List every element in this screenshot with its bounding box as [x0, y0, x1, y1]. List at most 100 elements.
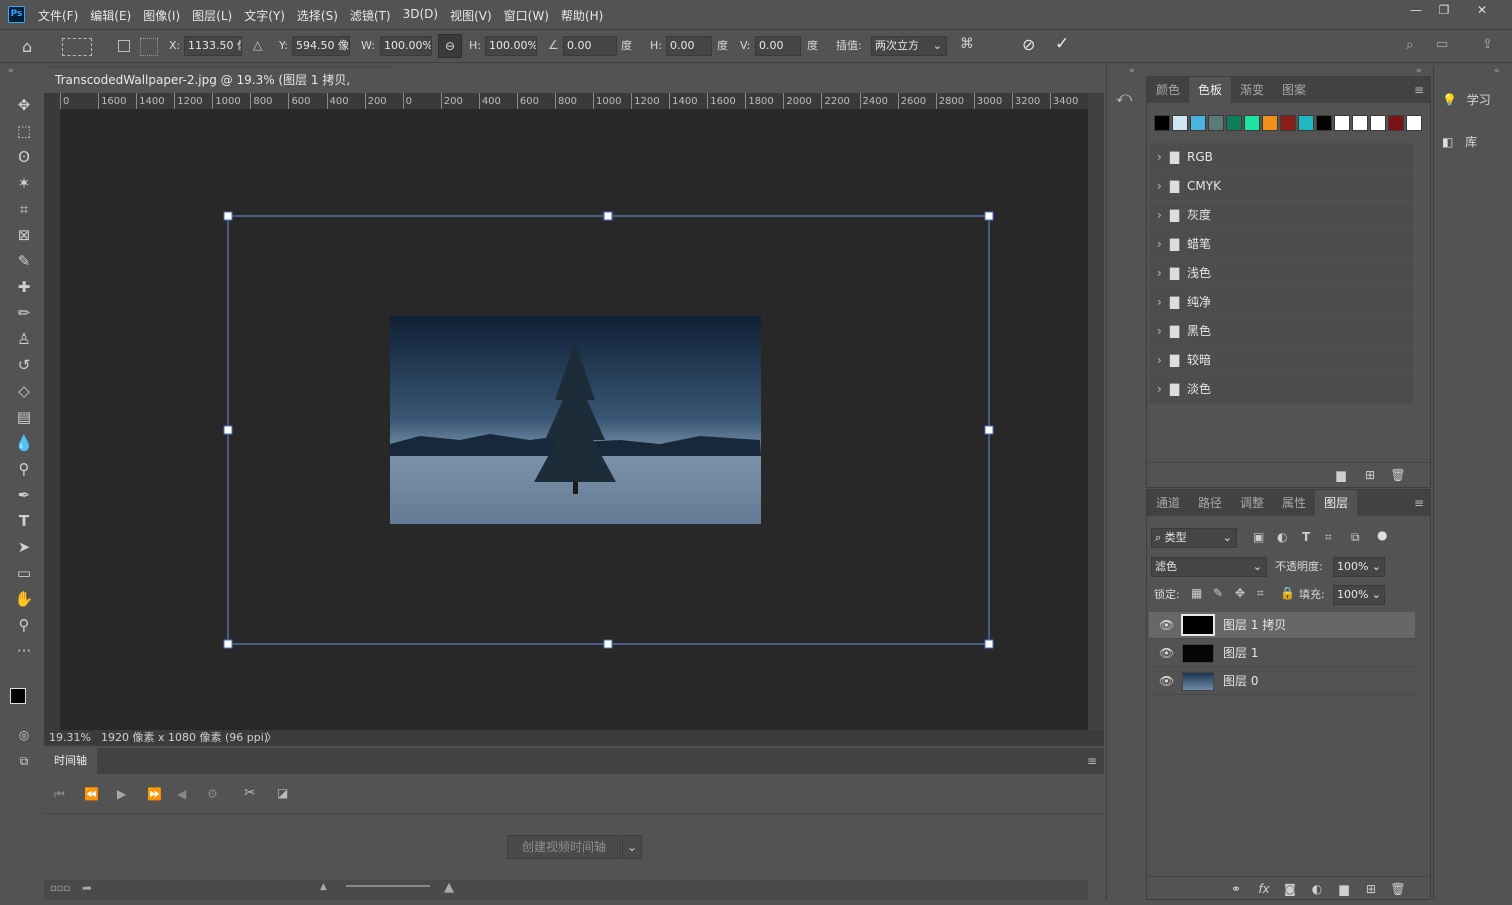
lock-pixels-icon[interactable]: ✎: [1213, 586, 1223, 600]
prev-frame-icon[interactable]: ⏪: [84, 787, 99, 801]
color-swatch[interactable]: [1406, 115, 1422, 131]
move-tool-icon[interactable]: ✥: [11, 94, 37, 116]
transform-handle-br[interactable]: [984, 639, 994, 649]
menu-file[interactable]: 文件(F): [38, 7, 78, 24]
filter-adjustment-icon[interactable]: ◐: [1277, 530, 1287, 544]
first-frame-icon[interactable]: ⏮: [54, 787, 65, 802]
search-icon[interactable]: ⌕: [1406, 37, 1414, 53]
trash-icon[interactable]: 🗑: [1387, 466, 1409, 484]
panel-menu-icon[interactable]: ≡: [1087, 754, 1097, 768]
expand-panels-icon[interactable]: »: [1416, 66, 1422, 76]
dodge-tool-icon[interactable]: ⚲: [11, 458, 37, 480]
timeline-zoom-slider[interactable]: [346, 885, 430, 887]
swatch-folder[interactable]: › ▇ 浅色: [1149, 259, 1413, 287]
hand-tool-icon[interactable]: ✋: [11, 588, 37, 610]
menu-window[interactable]: 窗口(W): [504, 7, 549, 24]
color-swatch[interactable]: [1352, 115, 1368, 131]
fill-field[interactable]: 100% ⌄: [1333, 585, 1385, 605]
rectangle-tool-icon[interactable]: ▭: [11, 562, 37, 584]
link-layers-icon[interactable]: ⚭: [1225, 880, 1247, 898]
hskew-field[interactable]: 0.00: [666, 36, 712, 56]
fx-icon[interactable]: fx: [1253, 880, 1275, 898]
lock-transparent-icon[interactable]: ▦: [1191, 586, 1202, 600]
visibility-eye-icon[interactable]: 👁: [1159, 618, 1174, 632]
create-video-timeline-button[interactable]: 创建视频时间轴: [507, 835, 621, 859]
reference-point-grid-icon[interactable]: [140, 38, 158, 56]
canvas-area[interactable]: [60, 110, 1088, 730]
history-panel-icon[interactable]: ⤺: [1116, 88, 1132, 106]
next-frame-icon[interactable]: ⏩: [147, 787, 162, 801]
h-field[interactable]: 100.00%: [485, 36, 537, 56]
color-swatch[interactable]: [1316, 115, 1332, 131]
quick-mask-icon[interactable]: ◎: [11, 724, 37, 746]
color-swatch[interactable]: [1370, 115, 1386, 131]
zoom-in-icon[interactable]: ▲: [444, 880, 454, 895]
color-swatch[interactable]: [1190, 115, 1206, 131]
filter-type-icon[interactable]: T: [1302, 530, 1310, 544]
filter-smart-object-icon[interactable]: ⧉: [1351, 530, 1360, 545]
swatch-folder[interactable]: › ▇ 黑色: [1149, 317, 1413, 345]
tab-color[interactable]: 颜色: [1147, 77, 1189, 103]
reference-point-checkbox[interactable]: [118, 40, 130, 52]
filter-pixel-icon[interactable]: ▣: [1253, 530, 1264, 544]
lock-all-icon[interactable]: 🔒: [1280, 586, 1295, 600]
canvas-scrollbar[interactable]: [1088, 93, 1104, 745]
eyedropper-tool-icon[interactable]: ✎: [11, 250, 37, 272]
trash-icon[interactable]: 🗑: [1387, 880, 1409, 898]
zoom-out-icon[interactable]: ▲: [320, 882, 327, 892]
adjustment-layer-icon[interactable]: ◐: [1306, 880, 1328, 898]
panel-menu-icon[interactable]: ≡: [1414, 490, 1430, 516]
menu-view[interactable]: 视图(V): [450, 7, 492, 24]
layer-row[interactable]: 👁 图层 0: [1149, 668, 1415, 695]
x-field[interactable]: 1133.50 像: [184, 36, 242, 56]
zoom-level[interactable]: 19.31%: [49, 730, 91, 746]
new-layer-icon[interactable]: ⊞: [1360, 880, 1382, 898]
menu-image[interactable]: 图像(I): [143, 7, 180, 24]
visibility-eye-icon[interactable]: 👁: [1159, 674, 1174, 688]
minimize-button[interactable]: —: [1404, 3, 1428, 23]
lasso-tool-icon[interactable]: ʘ: [11, 146, 37, 168]
tab-channels[interactable]: 通道: [1147, 490, 1189, 516]
transform-handle-bl[interactable]: [223, 639, 233, 649]
angle-field[interactable]: 0.00: [563, 36, 617, 56]
restore-button[interactable]: ❐: [1432, 3, 1456, 23]
collapse-panel-icon[interactable]: «: [1494, 66, 1500, 76]
color-swatch[interactable]: [1172, 115, 1188, 131]
y-field[interactable]: 594.50 像素: [292, 36, 350, 56]
pen-tool-icon[interactable]: ✒: [11, 484, 37, 506]
menu-type[interactable]: 文字(Y): [244, 7, 285, 24]
library-button[interactable]: ◧ 库: [1442, 130, 1506, 154]
collapse-panel-icon[interactable]: «: [1129, 66, 1135, 76]
transform-handle-bc[interactable]: [603, 639, 613, 649]
swatch-folder[interactable]: › ▇ RGB: [1149, 143, 1413, 171]
screen-mode-icon[interactable]: ⧉: [11, 750, 37, 772]
gradient-tool-icon[interactable]: ▤: [11, 406, 37, 428]
blur-tool-icon[interactable]: 💧: [11, 432, 37, 454]
filter-shape-icon[interactable]: ⌗: [1325, 530, 1332, 545]
play-icon[interactable]: ▶: [117, 787, 126, 801]
color-swatch[interactable]: [1388, 115, 1404, 131]
color-swatch[interactable]: [1154, 115, 1170, 131]
learn-button[interactable]: 💡 学习: [1442, 88, 1506, 112]
tab-properties[interactable]: 属性: [1273, 490, 1315, 516]
timeline-tab[interactable]: 时间轴: [44, 748, 97, 774]
tab-layers[interactable]: 图层: [1315, 490, 1358, 516]
menu-layer[interactable]: 图层(L): [192, 7, 232, 24]
tab-gradients[interactable]: 渐变: [1231, 77, 1273, 103]
swatch-folder[interactable]: › ▇ 较暗: [1149, 346, 1413, 374]
interpolation-select[interactable]: 两次立方 ⌄: [871, 36, 947, 56]
collapse-toolbar-icon[interactable]: »: [8, 66, 14, 76]
warp-icon[interactable]: ⌘: [960, 36, 974, 52]
timeline-mode-dropdown[interactable]: ⌄: [622, 835, 642, 859]
healing-brush-tool-icon[interactable]: ✚: [11, 276, 37, 298]
swatch-folder[interactable]: › ▇ 灰度: [1149, 201, 1413, 229]
document-tab[interactable]: TranscodedWallpaper-2.jpg @ 19.3% (图层 1 …: [46, 66, 392, 111]
layer-row[interactable]: 👁 图层 1: [1149, 640, 1415, 667]
menu-select[interactable]: 选择(S): [297, 7, 338, 24]
split-icon[interactable]: ✂: [244, 785, 256, 801]
tab-patterns[interactable]: 图案: [1273, 77, 1315, 103]
link-icon[interactable]: ⊖: [438, 34, 462, 58]
menu-help[interactable]: 帮助(H): [561, 7, 603, 24]
blend-mode-select[interactable]: 滤色 ⌄: [1151, 557, 1267, 577]
layer-filter-select[interactable]: ⌕ 类型 ⌄: [1151, 528, 1237, 548]
